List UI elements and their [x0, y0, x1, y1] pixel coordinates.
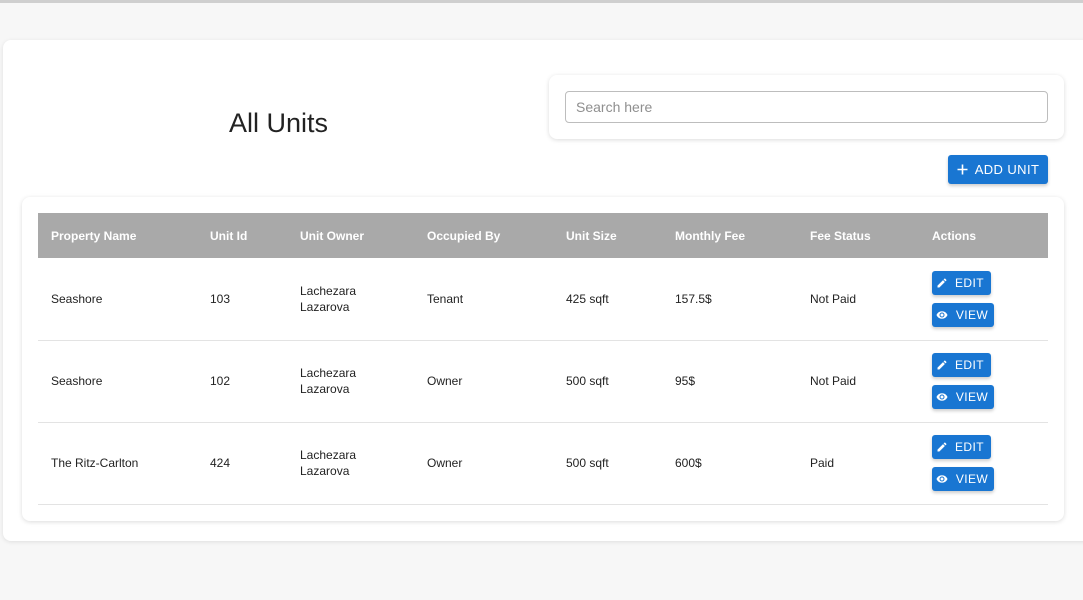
view-label: VIEW [955, 390, 989, 404]
units-table-card: Property Name Unit Id Unit Owner Occupie… [22, 197, 1064, 521]
table-row: Seashore 103 Lachezara Lazarova Tenant 4… [38, 258, 1048, 340]
cell-unit-size: 425 sqft [566, 291, 609, 306]
edit-label: EDIT [955, 440, 984, 454]
view-label: VIEW [955, 472, 989, 486]
column-header-unit-owner: Unit Owner [300, 228, 365, 243]
column-header-monthly-fee: Monthly Fee [675, 228, 746, 243]
cell-fee-status: Not Paid [810, 291, 857, 306]
eye-icon [936, 393, 948, 401]
cell-monthly-fee: 600$ [675, 456, 702, 470]
cell-occupied-by: Owner [427, 374, 463, 388]
cell-fee-status: Paid [810, 456, 835, 470]
cell-unit-owner: Lachezara Lazarova [287, 258, 414, 340]
cell-unit-owner: Lachezara Lazarova [287, 340, 414, 422]
search-card [549, 75, 1064, 139]
pencil-icon [937, 278, 947, 288]
column-header-actions: Actions [932, 228, 977, 243]
units-table: Property Name Unit Id Unit Owner Occupie… [38, 213, 1048, 505]
owner-first-name: Lachezara [300, 283, 357, 298]
cell-actions: EDIT VIEW [919, 422, 1048, 504]
column-header-property-name: Property Name [51, 228, 137, 243]
top-divider [0, 0, 1083, 3]
cell-property-name: Seashore [51, 291, 103, 306]
edit-button[interactable]: EDIT [932, 435, 991, 459]
owner-last-name: Lazarova [300, 382, 350, 396]
owner-first-name: Lachezara [300, 448, 357, 462]
cell-occupied-by: Tenant [427, 291, 464, 306]
view-label: VIEW [955, 307, 989, 322]
cell-fee-status: Not Paid [810, 374, 857, 388]
cell-property-name: Seashore [51, 374, 103, 388]
edit-button[interactable]: EDIT [932, 270, 991, 295]
view-button[interactable]: VIEW [932, 467, 994, 491]
cell-unit-size: 500 sqft [566, 374, 609, 388]
page-title: All Units [229, 108, 329, 138]
cell-unit-id: 102 [210, 374, 231, 388]
eye-icon [936, 311, 948, 319]
cell-occupied-by: Owner [427, 456, 463, 470]
cell-actions: EDIT VIEW [919, 340, 1048, 422]
column-header-occupied-by: Occupied By [427, 228, 501, 243]
cell-unit-id: 103 [210, 291, 231, 306]
search-input[interactable] [565, 91, 1048, 123]
cell-unit-size: 500 sqft [566, 456, 609, 470]
cell-unit-id: 424 [210, 456, 231, 470]
edit-button[interactable]: EDIT [932, 353, 991, 377]
add-unit-label: ADD UNIT [974, 162, 1040, 177]
edit-label: EDIT [955, 358, 984, 372]
add-unit-button[interactable]: ADD UNIT [948, 155, 1048, 184]
cell-unit-owner: Lachezara Lazarova [287, 422, 414, 504]
cell-monthly-fee: 157.5$ [675, 291, 712, 306]
cell-actions: EDIT VIEW [919, 258, 1048, 340]
table-row: Seashore 102 Lachezara Lazarova Owner 50… [38, 340, 1048, 422]
view-button[interactable]: VIEW [932, 385, 994, 409]
owner-last-name: Lazarova [300, 464, 350, 478]
column-header-unit-id: Unit Id [210, 228, 248, 243]
table-row: The Ritz-Carlton 424 Lachezara Lazarova … [38, 422, 1048, 504]
view-button[interactable]: VIEW [932, 302, 994, 327]
column-header-fee-status: Fee Status [810, 228, 871, 243]
cell-property-name: The Ritz-Carlton [51, 456, 139, 470]
owner-first-name: Lachezara [300, 366, 357, 380]
edit-label: EDIT [955, 275, 984, 290]
pencil-icon [937, 442, 947, 452]
eye-icon [936, 475, 948, 483]
cell-monthly-fee: 95$ [675, 374, 696, 388]
column-header-unit-size: Unit Size [566, 228, 617, 243]
pencil-icon [937, 360, 947, 370]
plus-icon [957, 164, 968, 175]
table-header-row: Property Name Unit Id Unit Owner Occupie… [38, 213, 1048, 258]
owner-last-name: Lazarova [300, 299, 350, 314]
